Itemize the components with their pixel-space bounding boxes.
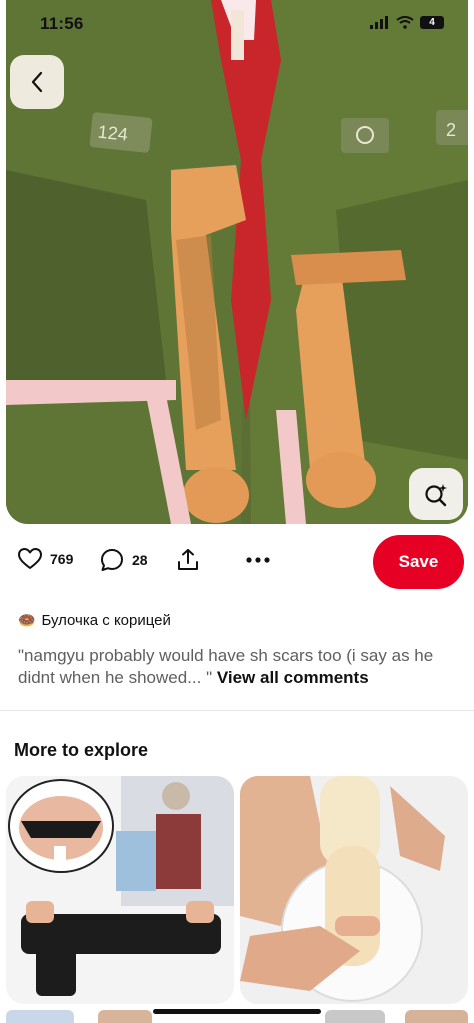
status-time: 11:56	[40, 14, 84, 33]
comment-text-wrapper: "namgyu probably would have sh scars too…	[18, 645, 458, 689]
comment-icon	[101, 549, 123, 571]
pin-illustration: 124 2	[6, 0, 468, 524]
explore-pin[interactable]	[6, 776, 234, 1004]
partial-pin	[98, 1010, 152, 1023]
comment-author: 🍩 Булочка с корицей	[18, 612, 458, 629]
share-icon	[178, 549, 198, 570]
pin-thumbnail	[6, 776, 234, 1004]
author-emoji: 🍩	[18, 612, 36, 628]
share-button[interactable]	[176, 548, 200, 572]
comment-count: 28	[132, 552, 148, 568]
author-name: Булочка с корицей	[41, 612, 171, 629]
visual-search-button[interactable]	[409, 468, 463, 520]
pin-image[interactable]: 124 2	[6, 0, 468, 524]
battery-level: 4	[429, 17, 435, 28]
save-button[interactable]: Save	[373, 535, 464, 589]
signal-icon	[370, 16, 388, 29]
home-indicator	[153, 1009, 321, 1014]
pin-thumbnail	[240, 776, 468, 1004]
partial-pin	[6, 1010, 74, 1023]
battery-icon: 4	[420, 16, 444, 29]
divider	[0, 710, 474, 711]
visual-search-icon	[425, 484, 447, 507]
heart-icon	[18, 548, 42, 569]
more-options-button[interactable]	[246, 557, 270, 563]
status-bar: 11:56 4	[0, 0, 474, 50]
more-to-explore-title: More to explore	[14, 740, 149, 760]
explore-pin[interactable]	[240, 776, 468, 1004]
partial-pin	[405, 1010, 468, 1023]
more-icon	[246, 557, 270, 563]
view-all-comments-link[interactable]: View all comments	[217, 668, 369, 687]
back-button[interactable]	[10, 55, 64, 109]
badge-left-label: 124	[97, 122, 129, 145]
like-count: 769	[50, 551, 74, 567]
status-icons: 4	[370, 16, 444, 29]
comments-button[interactable]: 28	[100, 548, 148, 572]
like-button[interactable]: 769	[18, 548, 73, 570]
partial-pin	[325, 1010, 385, 1023]
badge-right-label: 2	[446, 120, 456, 140]
wifi-icon	[396, 16, 414, 29]
chevron-left-icon	[31, 71, 43, 93]
comment-preview[interactable]: 🍩 Булочка с корицей "namgyu probably wou…	[18, 612, 458, 689]
